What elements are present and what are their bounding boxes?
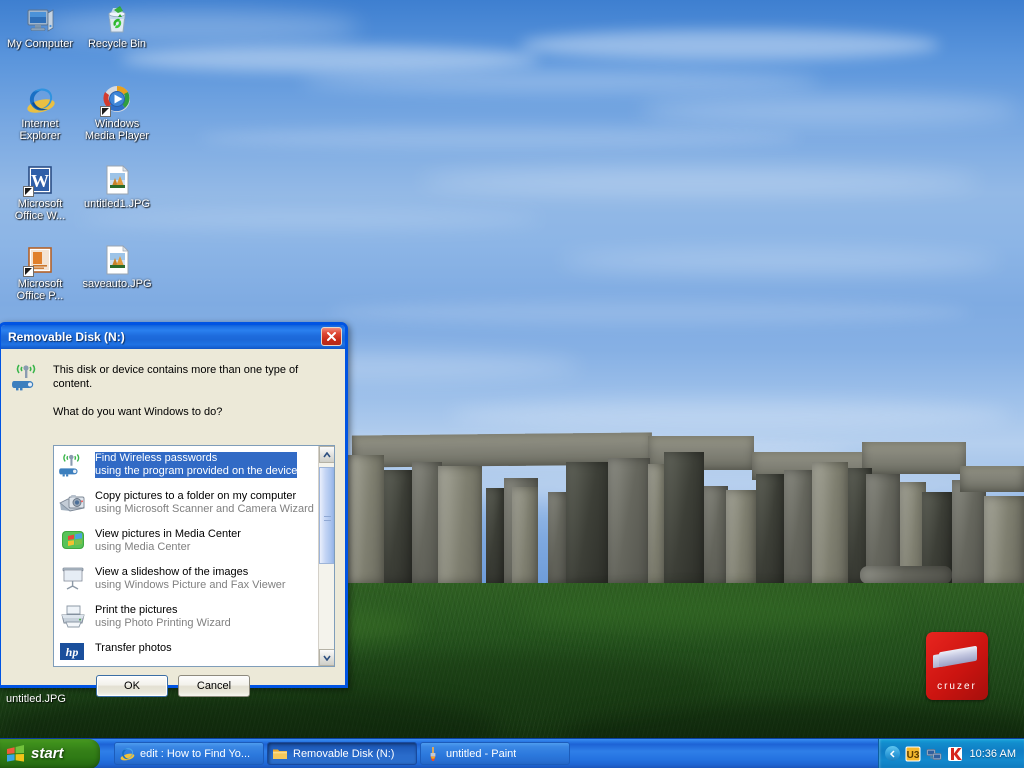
list-item[interactable]: Find Wireless passwords using the progra…: [54, 446, 318, 484]
hp-logo-icon: hp: [58, 641, 88, 666]
internet-explorer-icon: [119, 746, 135, 762]
jpeg-thumbnail-icon: [101, 244, 133, 276]
paint-icon: [425, 746, 441, 762]
taskbar-clock[interactable]: 10:36 AM: [970, 748, 1016, 760]
desktop-icon-my-computer[interactable]: My Computer: [2, 4, 78, 50]
internet-explorer-icon: [24, 84, 56, 116]
dialog-question: What do you want Windows to do?: [53, 406, 223, 418]
list-item[interactable]: Print the pictures using Photo Printing …: [54, 598, 318, 636]
scrollbar-grip-icon: [324, 516, 331, 521]
ok-button[interactable]: OK: [96, 675, 168, 697]
start-button-label: start: [31, 745, 64, 762]
desktop-icon-windows-media-player[interactable]: Windows Media Player: [79, 84, 155, 142]
autoplay-action-list[interactable]: Find Wireless passwords using the progra…: [53, 445, 335, 667]
list-item-title: View pictures in Media Center: [95, 528, 241, 540]
list-item-title: Transfer photos: [95, 642, 172, 654]
list-item-subtitle: using Windows Picture and Fax Viewer: [95, 579, 286, 591]
list-item-title: Copy pictures to a folder on my computer: [95, 490, 297, 502]
wireless-key-icon: [58, 451, 88, 479]
shortcut-overlay-icon: [100, 106, 111, 117]
cruzer-label: cruzer: [937, 681, 977, 692]
list-item[interactable]: hp Transfer photos: [54, 636, 318, 666]
list-item-title: Find Wireless passwords: [95, 452, 298, 465]
desktop-icon-label: saveauto.JPG: [82, 278, 152, 290]
microsoft-powerpoint-icon: [23, 244, 56, 277]
taskbar-button-label: edit : How to Find Yo...: [140, 747, 251, 760]
usb-flash-drive-body: [939, 645, 977, 668]
start-button[interactable]: start: [0, 738, 100, 768]
shortcut-overlay-icon: [23, 186, 34, 197]
list-item-subtitle: using Photo Printing Wizard: [95, 617, 231, 629]
scrollbar-track[interactable]: [319, 463, 334, 649]
dialog-title: Removable Disk (N:): [8, 330, 125, 344]
desktop-icon-label: Internet Explorer: [19, 118, 61, 142]
folder-icon: [272, 746, 288, 762]
desktop-icon-untitled1-jpg[interactable]: untitled1.JPG: [79, 164, 155, 210]
windows-media-player-icon: [100, 84, 133, 117]
scrollbar-thumb[interactable]: [319, 467, 334, 564]
dialog-header-text: This disk or device contains more than o…: [53, 364, 299, 390]
list-item-subtitle: using Microsoft Scanner and Camera Wizar…: [95, 503, 314, 515]
list-item-subtitle: using the program provided on the device: [95, 465, 298, 478]
list-scrollbar[interactable]: [318, 446, 334, 666]
desktop-icon-label: Microsoft Office W...: [14, 198, 66, 222]
media-center-icon: [58, 527, 88, 555]
svg-text:U3: U3: [906, 750, 919, 761]
wireless-key-icon: [11, 361, 45, 394]
taskbar-button-label: Removable Disk (N:): [293, 747, 395, 760]
dialog-titlebar[interactable]: Removable Disk (N:): [1, 325, 345, 349]
shortcut-overlay-icon: [23, 266, 34, 277]
scanner-camera-icon: [58, 489, 88, 517]
dialog-header: This disk or device contains more than o…: [11, 357, 335, 394]
chevron-down-icon[interactable]: [319, 649, 334, 666]
list-item[interactable]: View pictures in Media Center using Medi…: [54, 522, 318, 560]
desktop-icon-internet-explorer[interactable]: Internet Explorer: [2, 84, 78, 142]
list-item-subtitle: using Media Center: [95, 541, 191, 553]
printer-icon: [58, 603, 88, 631]
kaspersky-antivirus-icon[interactable]: [947, 746, 963, 762]
my-computer-icon: [24, 4, 56, 36]
svg-text:hp: hp: [66, 645, 79, 659]
desktop-icon-label: Windows Media Player: [84, 118, 150, 142]
desktop-icon-saveauto-jpg[interactable]: saveauto.JPG: [79, 244, 155, 290]
recycle-bin-icon: [101, 4, 133, 36]
desktop[interactable]: My Computer Recycle Bin Internet Explore…: [0, 0, 1024, 768]
dialog-button-row: OK Cancel: [1, 675, 345, 697]
taskbar-button-ie[interactable]: edit : How to Find Yo...: [114, 742, 264, 765]
desktop-icon-label: My Computer: [6, 38, 74, 50]
slideshow-projector-icon: [58, 565, 88, 593]
desktop-icon-recycle-bin[interactable]: Recycle Bin: [79, 4, 155, 50]
close-icon[interactable]: [321, 327, 342, 346]
desktop-icon-label: Recycle Bin: [87, 38, 147, 50]
autoplay-dialog[interactable]: Removable Disk (N:) This disk or device …: [0, 322, 348, 697]
chevron-left-icon[interactable]: [884, 746, 900, 761]
list-item-title: View a slideshow of the images: [95, 566, 249, 578]
jpeg-thumbnail-icon: [101, 164, 133, 196]
microsoft-word-icon: W: [23, 164, 56, 197]
desktop-icon-microsoft-powerpoint[interactable]: Microsoft Office P...: [2, 244, 78, 302]
u3-launchpad-tray-icon[interactable]: U3: [905, 746, 921, 762]
list-item-title: Print the pictures: [95, 604, 178, 616]
taskbar-button-label: untitled - Paint: [446, 747, 517, 760]
list-item[interactable]: Copy pictures to a folder on my computer…: [54, 484, 318, 522]
u3-cruzer-launchpad-logo[interactable]: cruzer: [926, 632, 988, 700]
desktop-icon-microsoft-word[interactable]: W Microsoft Office W...: [2, 164, 78, 222]
network-connection-icon[interactable]: [926, 746, 942, 762]
system-tray[interactable]: U3 10:36 AM: [877, 738, 1024, 768]
dialog-body: This disk or device contains more than o…: [1, 349, 345, 697]
desktop-icon-label: Microsoft Office P...: [16, 278, 64, 302]
windows-flag-icon: [6, 744, 26, 763]
list-item[interactable]: View a slideshow of the images using Win…: [54, 560, 318, 598]
autoplay-action-list-inner: Find Wireless passwords using the progra…: [54, 446, 318, 666]
chevron-up-icon[interactable]: [319, 446, 334, 463]
cancel-button[interactable]: Cancel: [178, 675, 250, 697]
desktop-icon-label: untitled1.JPG: [83, 198, 151, 210]
taskbar[interactable]: start edit : How to Find Yo... Removable…: [0, 738, 1024, 768]
taskbar-button-removable-disk[interactable]: Removable Disk (N:): [267, 742, 417, 765]
taskbar-button-paint[interactable]: untitled - Paint: [420, 742, 570, 765]
